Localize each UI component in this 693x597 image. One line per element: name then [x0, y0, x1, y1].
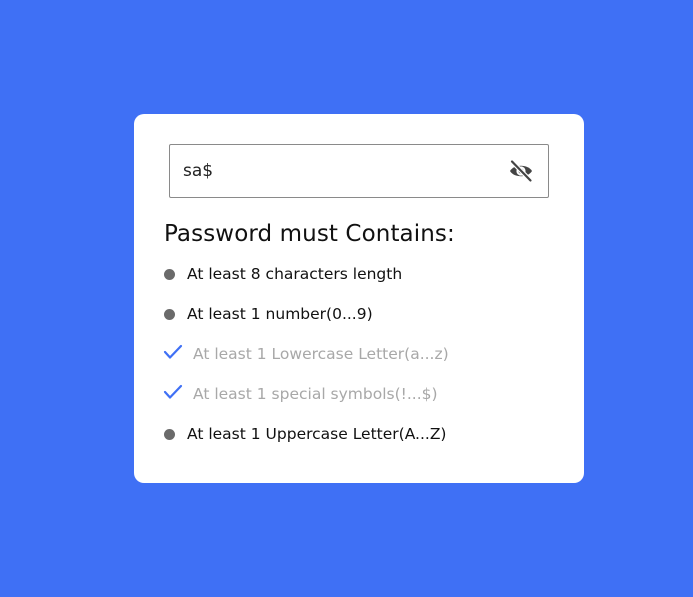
requirement-item: At least 1 number(0...9): [164, 300, 449, 340]
requirement-item: At least 1 special symbols(!...$): [163, 380, 449, 420]
bullet-icon: [164, 420, 187, 442]
requirement-label: At least 1 number(0...9): [187, 305, 373, 323]
requirement-label: At least 1 special symbols(!...$): [193, 385, 438, 403]
check-icon: [163, 340, 187, 362]
password-input[interactable]: [170, 145, 490, 197]
requirements-list: At least 8 characters length At least 1 …: [163, 260, 449, 460]
requirement-label: At least 1 Uppercase Letter(A...Z): [187, 425, 447, 443]
requirement-label: At least 1 Lowercase Letter(a...z): [193, 345, 449, 363]
requirement-label: At least 8 characters length: [187, 265, 403, 283]
password-card: Password must Contains: At least 8 chara…: [134, 114, 584, 483]
requirement-item: At least 1 Lowercase Letter(a...z): [163, 340, 449, 380]
check-icon: [163, 380, 187, 402]
requirement-item: At least 8 characters length: [164, 260, 449, 300]
eye-slash-icon[interactable]: [508, 159, 534, 183]
requirement-item: At least 1 Uppercase Letter(A...Z): [164, 420, 449, 460]
requirements-heading: Password must Contains:: [164, 221, 455, 247]
bullet-icon: [164, 300, 187, 322]
password-field[interactable]: [169, 144, 549, 198]
bullet-icon: [164, 260, 187, 282]
